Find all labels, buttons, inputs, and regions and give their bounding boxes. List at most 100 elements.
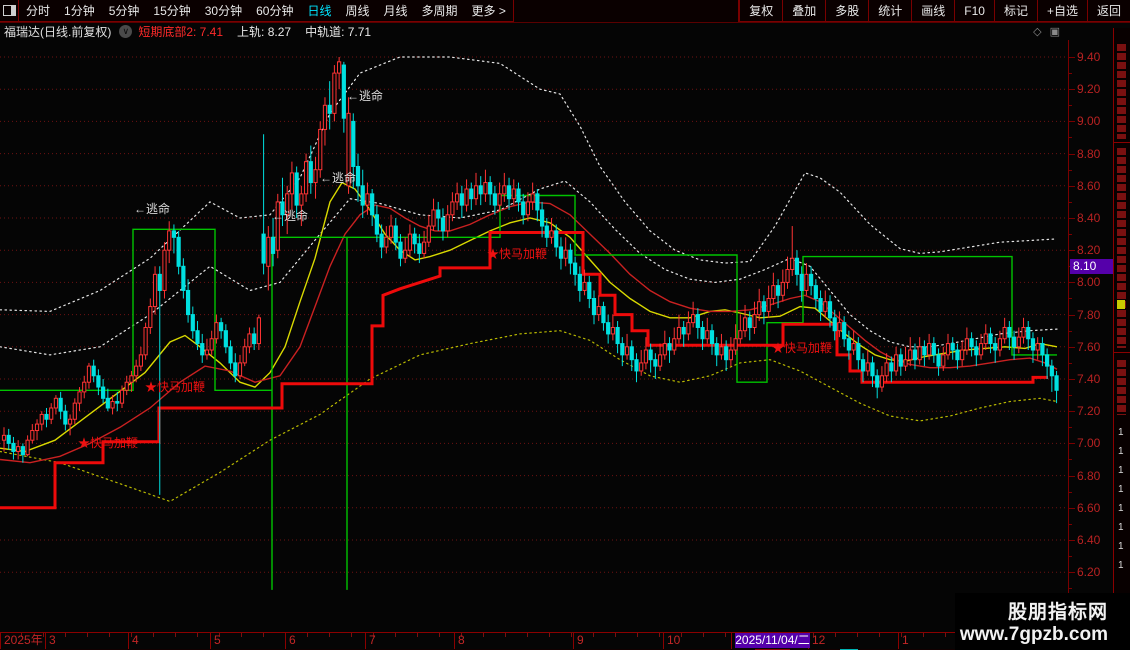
window-icon[interactable]: ▣ xyxy=(1050,25,1060,38)
period-button-更多 >[interactable]: 更多 > xyxy=(465,0,513,21)
y-tick-6.80: 6.80 xyxy=(1077,468,1101,483)
candle xyxy=(577,273,582,291)
period-button-30分钟[interactable]: 30分钟 xyxy=(198,0,249,21)
watermark: 股朋指标网 www.7gpzb.com xyxy=(955,593,1130,650)
candle xyxy=(983,333,988,345)
candle xyxy=(332,72,337,114)
candle xyxy=(653,359,658,367)
tool-button-统计[interactable]: 统计 xyxy=(868,0,911,21)
candle xyxy=(374,214,379,235)
tool-button-叠加[interactable]: 叠加 xyxy=(782,0,825,21)
panel-badge-icon xyxy=(1117,300,1125,309)
candle xyxy=(525,201,531,216)
candle xyxy=(917,346,922,361)
y-tick-8.60: 8.60 xyxy=(1077,178,1101,193)
candle xyxy=(837,322,842,332)
candle xyxy=(738,330,743,340)
tool-button-画线[interactable]: 画线 xyxy=(911,0,954,21)
candle xyxy=(492,193,497,206)
candle xyxy=(237,362,243,377)
y-tick-8.80: 8.80 xyxy=(1077,146,1101,161)
candle xyxy=(757,301,762,316)
candle xyxy=(950,343,955,351)
candle xyxy=(34,423,40,432)
candle xyxy=(30,430,35,441)
tool-button-F10[interactable]: F10 xyxy=(954,0,994,21)
candle xyxy=(171,230,177,238)
chevron-down-icon[interactable]: ∨ xyxy=(119,25,133,38)
period-button-日线[interactable]: 日线 xyxy=(300,0,338,21)
candle xyxy=(483,182,488,195)
candle xyxy=(681,326,686,335)
period-button-月线[interactable]: 月线 xyxy=(377,0,415,21)
candle xyxy=(856,343,861,361)
y-tick-6.40: 6.40 xyxy=(1077,533,1101,547)
candle xyxy=(455,193,460,203)
period-button-多周期[interactable]: 多周期 xyxy=(415,0,465,21)
tool-button-+自选[interactable]: +自选 xyxy=(1036,0,1087,21)
tool-button-标记[interactable]: 标记 xyxy=(993,0,1037,21)
signal-label: ←逃命 xyxy=(320,170,356,185)
candle xyxy=(421,241,427,254)
candle xyxy=(629,346,634,361)
tool-button-多股[interactable]: 多股 xyxy=(825,0,868,21)
candle xyxy=(152,273,158,308)
period-button-15分钟[interactable]: 15分钟 xyxy=(146,0,197,21)
candle xyxy=(931,343,936,356)
period-button-60分钟[interactable]: 60分钟 xyxy=(249,0,300,21)
candle xyxy=(1040,343,1045,356)
candle xyxy=(233,362,238,377)
period-button-1分钟[interactable]: 1分钟 xyxy=(57,0,102,21)
candle xyxy=(601,306,606,324)
candle xyxy=(672,338,677,351)
candle xyxy=(686,322,691,335)
period-button-周线[interactable]: 周线 xyxy=(338,0,376,21)
signal-label: ←逃命 xyxy=(347,88,383,103)
candle xyxy=(846,338,851,351)
right-side-panel: 11111111 xyxy=(1113,28,1130,638)
candle xyxy=(709,330,715,345)
watermark-site-url: www.7gpzb.com xyxy=(959,624,1108,645)
candle xyxy=(289,172,295,195)
candle xyxy=(129,375,134,383)
candle xyxy=(549,230,554,238)
candle xyxy=(134,365,139,377)
candle xyxy=(488,182,493,195)
candle xyxy=(799,273,804,291)
candle xyxy=(648,349,653,361)
tool-button-复权[interactable]: 复权 xyxy=(739,0,782,21)
x-cell-3: 3 xyxy=(45,633,129,649)
x-cell-4: 4 xyxy=(128,633,211,649)
candle xyxy=(780,281,785,296)
period-button-分时[interactable]: 分时 xyxy=(19,0,57,21)
candle xyxy=(695,314,700,328)
x-cell-12: 12 xyxy=(808,633,899,649)
candle xyxy=(908,349,913,361)
watermark-site-name: 股朋指标网 xyxy=(1007,602,1108,623)
candle xyxy=(898,354,903,367)
candle xyxy=(851,343,856,351)
candle xyxy=(384,236,389,248)
candle xyxy=(912,349,918,361)
quote-ones-column: 11111111 xyxy=(1118,427,1124,571)
candle xyxy=(530,193,535,203)
candle xyxy=(842,322,847,340)
candle xyxy=(228,346,233,364)
x-cell-7: 7 xyxy=(365,633,455,649)
candlestick-chart[interactable]: ←逃命 ←逃命 ←逃命 ←逃命 ★快马加鞭 ★快马加鞭 ★快马加鞭 ★快马加鞭 xyxy=(0,40,1068,632)
candle xyxy=(497,193,502,206)
tool-button-返回[interactable]: 返回 xyxy=(1086,0,1130,21)
candle xyxy=(143,326,148,356)
layout-icon[interactable] xyxy=(0,0,19,21)
candle xyxy=(724,346,729,361)
date-axis: 2025年345678910111212025/11/04/二 xyxy=(0,632,1068,650)
y-tick-8.40: 8.40 xyxy=(1077,211,1101,225)
period-button-5分钟[interactable]: 5分钟 xyxy=(102,0,147,21)
candle xyxy=(728,349,733,361)
candle xyxy=(771,285,776,299)
candle xyxy=(412,233,417,245)
candle xyxy=(624,346,630,356)
candle xyxy=(96,375,101,388)
diamond-icon[interactable]: ◇ xyxy=(1033,25,1041,38)
y-tick-8.00: 8.00 xyxy=(1077,275,1101,290)
